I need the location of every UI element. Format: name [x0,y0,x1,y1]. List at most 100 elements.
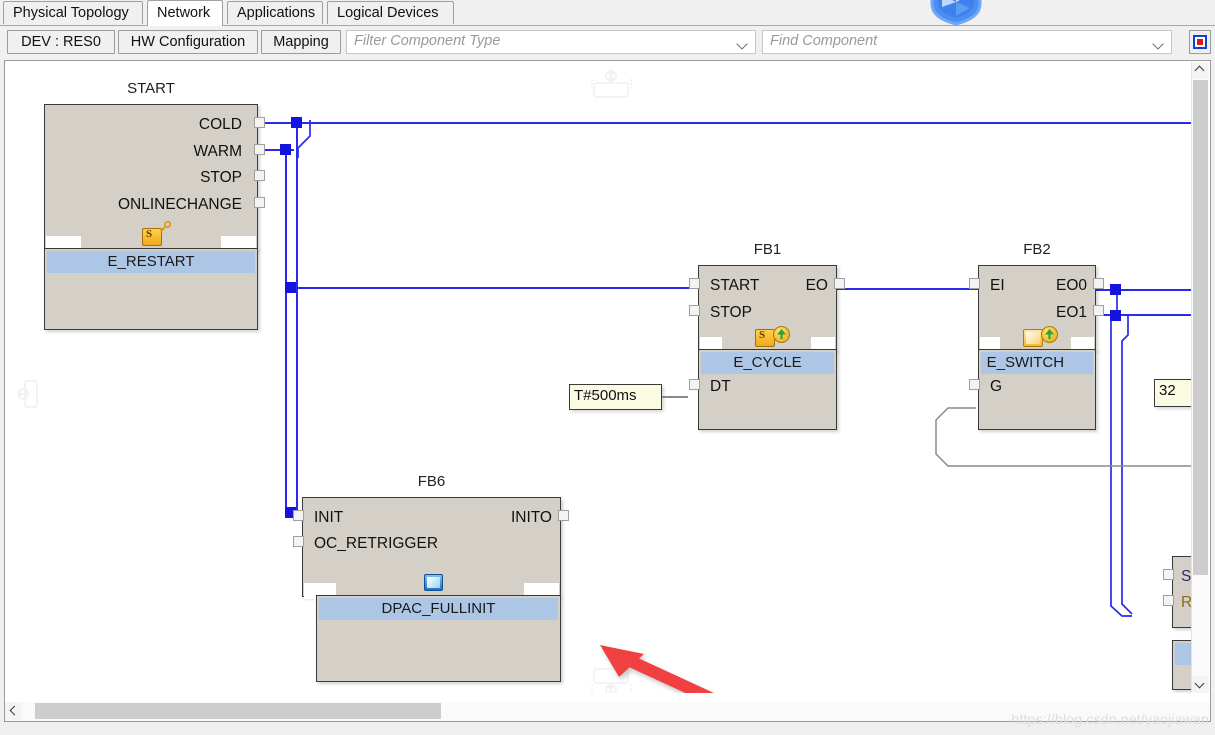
filter-component-type-placeholder: Filter Component Type [354,33,501,49]
wire-to-fb1-start[interactable] [290,287,700,289]
wire-cold-main[interactable] [258,122,1192,124]
tab-network[interactable]: Network [147,0,223,26]
fb1-pinbox-start[interactable] [689,278,700,289]
fb6-pinbox-oc-retrigger[interactable] [293,536,304,547]
fb-start-pin-cold[interactable]: COLD [42,117,242,133]
find-component-combo[interactable]: Find Component [762,30,1172,54]
chevron-down-icon[interactable] [1154,39,1163,48]
fb-start-pin-onlinechange[interactable]: ONLINECHANGE [42,197,242,213]
blue-chip-icon [424,574,443,591]
fb1-type-label: E_CYCLE [700,351,835,374]
vscroll-down-button[interactable] [1192,676,1209,693]
fb1-pinbox-dt[interactable] [689,379,700,390]
fb2-pin-eo0[interactable]: EO0 [992,278,1087,294]
fb1-pin-dt[interactable]: DT [710,379,731,395]
fb-start-pin-warm[interactable]: WARM [42,144,243,160]
fb2-type-label: E_SWITCH [980,351,1094,374]
key-icon [160,221,172,232]
hw-configuration-button[interactable]: HW Configuration [118,30,258,54]
green-plus-badge-icon [773,326,790,343]
wire-junction-eo0[interactable] [1110,284,1121,295]
wire-junction-eo1[interactable] [1110,310,1121,321]
fb6-pinbox-init[interactable] [293,510,304,521]
tab-applications[interactable]: Applications [227,1,323,24]
fb6-pin-oc-retrigger[interactable]: OC_RETRIGGER [314,536,438,552]
fb-start-pinbox-stop[interactable] [254,170,265,181]
fb-start-pinbox-warm[interactable] [254,144,265,155]
orange-chip-icon [1023,329,1043,347]
fb2-pinbox-ei[interactable] [969,278,980,289]
literal-t500ms[interactable]: T#500ms [569,384,662,410]
fb6-pinbox-inito[interactable] [558,510,569,521]
wire-junction-warm[interactable] [280,144,291,155]
network-canvas[interactable]: START E_RESTART COLD WARM STOP [6,62,1192,693]
fb2-pinbox-g[interactable] [969,379,980,390]
find-component-button[interactable] [1189,30,1211,54]
wire-cold-down[interactable] [296,122,298,292]
s-document-plus-icon [755,329,775,347]
watermark-text: https://blog.csdn.net/yaojiawan [1011,711,1209,727]
fb-clipped-bottom-body [1172,640,1192,690]
app-window: Physical Topology Network Applications L… [0,0,1215,735]
green-plus-badge-icon [1041,326,1058,343]
fb-start-pin-stop[interactable]: STOP [42,170,242,186]
editor-toolbar: DEV : RES0 HW Configuration Mapping Filt… [0,26,1215,58]
vscroll-thumb[interactable] [1193,80,1208,575]
fb2-pinbox-eo1[interactable] [1093,305,1104,316]
target-square-icon [1193,35,1207,49]
fb1-pin-eo[interactable]: EO [718,278,828,294]
fb-clipped-pin-s[interactable]: S [1181,569,1191,585]
hscroll-left-button[interactable] [5,702,22,720]
fb1-instance-name: FB1 [753,241,782,258]
literal-32[interactable]: 32 [1154,379,1192,407]
chevron-down-icon [1196,681,1204,689]
wire-junction-mid[interactable] [285,282,296,293]
fb1-pinbox-stop[interactable] [689,305,700,316]
wire-fb1eo-fb2ei[interactable] [837,288,978,290]
fb2-pinbox-eo0[interactable] [1093,278,1104,289]
fb-clipped-bottom-type [1174,642,1192,665]
wire-warm-down[interactable] [285,149,287,292]
fb-block-start[interactable]: START E_RESTART COLD WARM STOP [42,80,265,330]
blue-shield-icon [918,0,994,26]
hscroll-thumb[interactable] [35,703,441,719]
filter-component-type-combo[interactable]: Filter Component Type [346,30,756,54]
fb-start-type-label: E_RESTART [46,250,256,273]
fb-block-fb2[interactable]: FB2 E_SWITCH EI EO0 EO1 G [969,241,1104,430]
fb6-type-label: DPAC_FULLINIT [318,597,559,620]
wire-warm-down2[interactable] [285,287,287,512]
wire-cold-down2[interactable] [296,287,298,512]
wire-junction-cold[interactable] [291,117,302,128]
fb-clipped-head [1172,556,1192,628]
chevron-up-icon [1196,67,1204,75]
fb-start-instance-name: START [127,80,175,97]
fb1-pin-stop[interactable]: STOP [710,305,752,321]
fb-clipped-pinbox-s[interactable] [1163,569,1174,580]
fb6-pin-inito[interactable]: INITO [322,510,552,526]
fb2-pin-g[interactable]: G [990,379,1002,395]
chevron-left-icon [9,707,17,715]
fb6-body: DPAC_FULLINIT [316,595,561,682]
find-component-placeholder: Find Component [770,33,878,49]
fb6-instance-name: FB6 [417,473,446,490]
fb-start-body: E_RESTART [44,248,258,330]
chevron-down-icon[interactable] [738,39,747,48]
fb-block-clipped-bottom[interactable] [1172,640,1192,690]
fb-start-pinbox-onlinechange[interactable] [254,197,265,208]
fb-block-fb6[interactable]: FB6 DPAC_FULLINIT INIT OC_RETRIGGER INIT… [293,473,569,682]
fb-start-pinbox-cold[interactable] [254,117,265,128]
fb2-pin-eo1[interactable]: EO1 [992,305,1087,321]
canvas-vertical-scrollbar[interactable] [1191,62,1209,693]
fb-block-clipped-right[interactable]: S R [1163,556,1192,628]
mapping-button[interactable]: Mapping [261,30,341,54]
tab-physical-topology[interactable]: Physical Topology [3,1,143,24]
tab-logical-devices[interactable]: Logical Devices [327,1,454,24]
vscroll-up-button[interactable] [1192,62,1209,79]
fb-clipped-pinbox-r[interactable] [1163,595,1174,606]
wire-literal-dt [662,396,688,398]
top-tab-bar: Physical Topology Network Applications L… [0,0,1215,26]
fb-block-fb1[interactable]: FB1 E_CYCLE START STOP EO DT [689,241,845,430]
dev-res0-button[interactable]: DEV : RES0 [7,30,115,54]
fb2-instance-name: FB2 [1023,241,1051,258]
fb1-pinbox-eo[interactable] [834,278,845,289]
